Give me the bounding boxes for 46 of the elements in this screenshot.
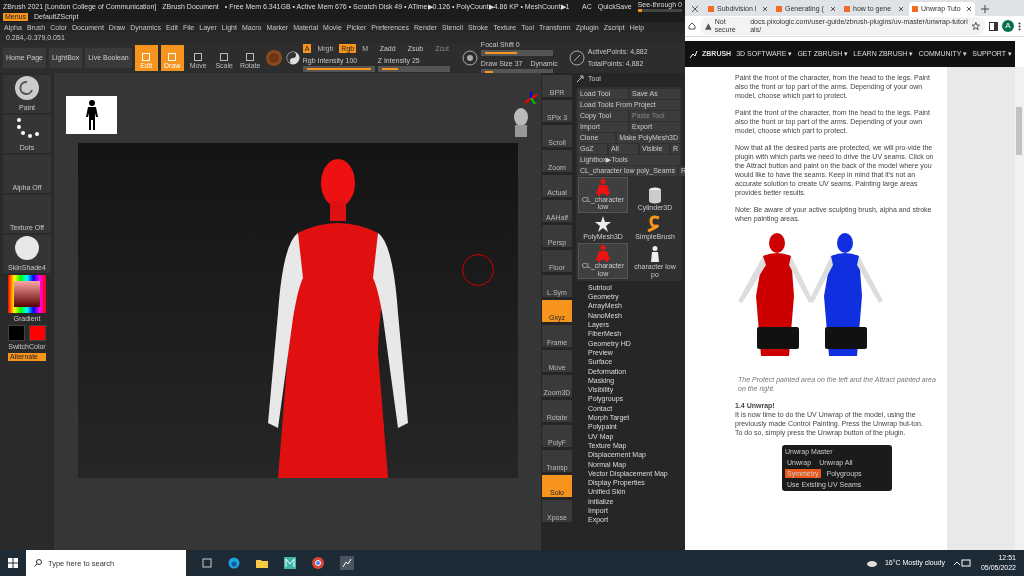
focal-icon	[461, 50, 478, 67]
color-picker	[8, 275, 46, 314]
profile-avatar[interactable]: A	[1002, 20, 1014, 33]
home-icon	[688, 22, 696, 31]
favicon-icon	[844, 6, 850, 12]
warning-icon	[705, 22, 712, 30]
close-icon	[830, 6, 836, 12]
favicon-icon	[708, 6, 714, 12]
slider-track[interactable]	[377, 66, 450, 73]
task-view-icon	[202, 558, 212, 568]
favicon-icon	[912, 6, 918, 12]
brush-size-icon	[568, 50, 585, 67]
document-canvas[interactable]	[78, 143, 518, 479]
main-color-swatch[interactable]	[8, 325, 25, 342]
new-tab-icon	[981, 5, 989, 13]
see-through-track[interactable]	[637, 9, 682, 13]
favicon-icon	[776, 6, 782, 12]
figure-icon	[594, 244, 612, 263]
edge-browser-icon	[228, 557, 240, 569]
slider-track[interactable]	[480, 50, 553, 57]
sidebar-icon	[989, 21, 998, 31]
close-icon	[762, 6, 768, 12]
cloud-icon	[866, 559, 877, 567]
slider-track[interactable]	[302, 66, 375, 73]
material-sphere-icon	[264, 49, 283, 68]
secondary-color-swatch[interactable]	[29, 325, 46, 342]
figure-icon	[594, 178, 612, 197]
color-ball-icon	[285, 51, 300, 66]
close-icon	[691, 5, 699, 13]
star-icon	[594, 214, 612, 233]
folder-icon	[256, 557, 268, 569]
axis-gizmo-icon	[524, 91, 538, 106]
chrome-icon	[312, 557, 324, 569]
more-icon	[1018, 21, 1021, 31]
search-icon	[34, 559, 42, 567]
cylinder-icon	[646, 186, 664, 205]
star-icon	[972, 22, 980, 31]
silhouette-icon	[84, 99, 99, 132]
scrollbar-thumb[interactable]	[1016, 107, 1022, 156]
tray-icon	[952, 559, 973, 567]
material-icon	[13, 235, 41, 262]
m-app-icon	[284, 557, 296, 569]
brush-icon	[13, 75, 41, 102]
zbrush-app-icon	[340, 556, 354, 570]
close-icon	[898, 6, 904, 12]
close-icon	[966, 6, 972, 12]
